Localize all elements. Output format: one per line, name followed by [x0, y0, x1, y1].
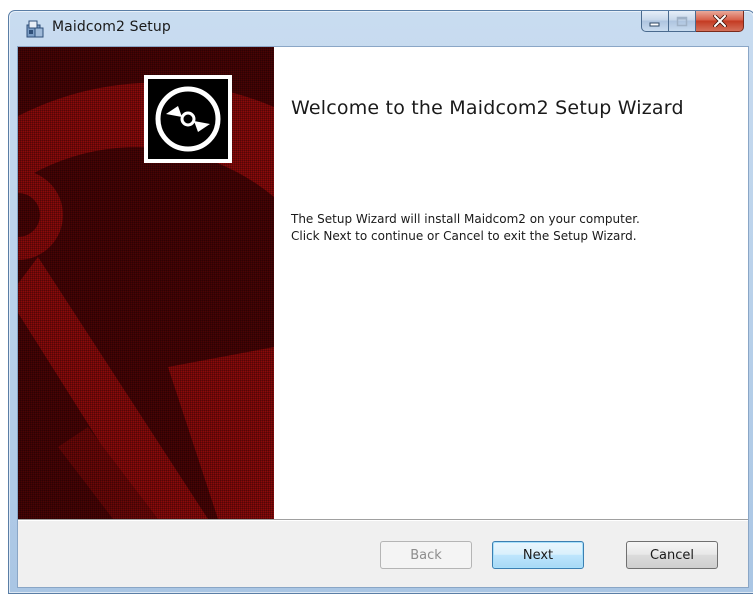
back-button[interactable]: Back [380, 541, 472, 569]
caption-buttons [641, 11, 744, 33]
wizard-client-area: Welcome to the Maidcom2 Setup Wizard The… [17, 46, 749, 588]
installer-icon [25, 19, 45, 39]
title-bar[interactable]: Maidcom2 Setup [9, 11, 753, 45]
next-button[interactable]: Next [492, 541, 584, 569]
setup-window: Maidcom2 Setup Welcome to the Maidcom2 S… [8, 10, 753, 594]
window-title: Maidcom2 Setup [52, 19, 171, 35]
close-icon [712, 12, 727, 31]
minimize-icon [649, 12, 661, 31]
maximize-button[interactable] [669, 11, 696, 32]
maximize-icon [676, 12, 688, 31]
description-line-2: Click Next to continue or Cancel to exit… [291, 229, 637, 243]
close-button[interactable] [696, 11, 744, 32]
minimize-button[interactable] [641, 11, 669, 32]
cancel-button[interactable]: Cancel [626, 541, 718, 569]
welcome-heading: Welcome to the Maidcom2 Setup Wizard [291, 97, 684, 119]
description-line-1: The Setup Wizard will install Maidcom2 o… [291, 212, 640, 226]
wizard-banner [18, 47, 274, 519]
disc-icon [144, 75, 232, 163]
welcome-description: The Setup Wizard will install Maidcom2 o… [291, 211, 731, 245]
button-bar: Back Next Cancel [18, 521, 748, 587]
